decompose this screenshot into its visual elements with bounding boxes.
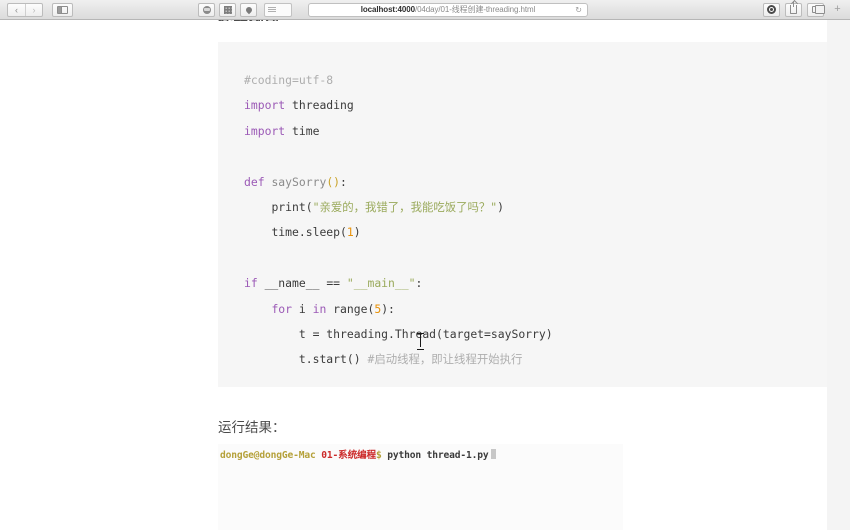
toolbar-extensions-group xyxy=(198,2,292,17)
terminal-command: python thread-1.py xyxy=(387,450,489,461)
tab-overview-button[interactable] xyxy=(807,2,825,17)
code-keyword-if: if xyxy=(244,276,258,291)
extension-button-3[interactable] xyxy=(240,2,257,17)
extension-button-1[interactable] xyxy=(198,2,215,17)
sidebar-icon xyxy=(57,5,68,14)
code-keyword-for: for xyxy=(271,301,293,316)
reload-icon[interactable]: ↻ xyxy=(575,5,582,14)
code-function-name: saySorry xyxy=(271,174,327,189)
code-string-sorry: "亲爱的，我错了，我能吃饭了吗？" xyxy=(312,200,498,215)
code-assign-thread: t = threading.Thread(target=saySorry) xyxy=(298,327,553,342)
code-call-range: range xyxy=(333,301,368,316)
code-keyword-in: in xyxy=(312,301,327,316)
back-button[interactable]: ‹ xyxy=(8,4,25,16)
code-colon-if: : xyxy=(415,276,423,291)
code-content: #coding=utf-8 import threading import ti… xyxy=(244,68,827,373)
terminal-user-host: dongGe@dongGe-Mac xyxy=(220,450,316,461)
code-paren-open-print: ( xyxy=(305,200,313,215)
code-var-name: __name__ xyxy=(264,276,320,291)
code-keyword-import-2: import xyxy=(244,123,286,138)
terminal-output-block[interactable]: dongGe@dongGe-Mac 01-系统编程$ python thread… xyxy=(218,444,623,530)
pin-icon xyxy=(244,5,253,14)
nav-buttons[interactable]: ‹ › xyxy=(7,2,43,17)
code-call-sleep: time.sleep xyxy=(271,225,341,240)
page-title: 线程创建 xyxy=(218,20,280,21)
code-op-eq: == xyxy=(326,276,341,291)
lines-icon xyxy=(268,7,276,12)
extension-button-2[interactable] xyxy=(219,2,236,17)
reader-button[interactable] xyxy=(763,2,780,17)
code-call-start: t.start() xyxy=(298,352,361,367)
code-var-i: i xyxy=(298,301,306,316)
toolbar-mini-field[interactable] xyxy=(264,2,292,17)
share-icon xyxy=(790,1,797,14)
sidebar-toggle-button[interactable] xyxy=(52,2,73,17)
browser-toolbar: ‹ › localhost:4000/04day/01-线程创建-threadi… xyxy=(0,0,850,20)
terminal-prompt-line: dongGe@dongGe-Mac 01-系统编程$ python thread… xyxy=(220,449,623,463)
code-comment-coding: #coding=utf-8 xyxy=(244,73,334,87)
code-paren-open-sleep: ( xyxy=(340,225,347,240)
code-paren-def: () xyxy=(326,174,341,189)
code-string-main: "__main__" xyxy=(346,276,416,291)
code-call-print: print xyxy=(271,200,306,215)
code-keyword-def: def xyxy=(244,174,265,189)
code-paren-close-print: ) xyxy=(497,200,505,215)
code-colon-def: : xyxy=(340,174,347,189)
code-colon-for: : xyxy=(388,301,395,316)
page-viewport: 线程创建 #coding=utf-8 import threading impo… xyxy=(0,20,850,530)
url-host: localhost:4000 xyxy=(360,5,415,14)
grid-icon xyxy=(223,5,232,14)
code-comment-start: #启动线程，即让线程开始执行 xyxy=(367,352,523,367)
result-label: 运行结果： xyxy=(218,420,286,436)
forward-button[interactable]: › xyxy=(25,3,42,16)
url-path: /04day/01-线程创建-threading.html xyxy=(414,5,536,14)
terminal-directory: 01-系统编程 xyxy=(321,450,376,461)
page-content: 线程创建 #coding=utf-8 import threading impo… xyxy=(0,20,827,530)
code-module-threading: threading xyxy=(292,98,354,113)
terminal-cursor xyxy=(490,449,496,459)
code-paren-close-sleep: ) xyxy=(353,225,361,240)
code-module-time: time xyxy=(292,123,320,138)
code-block[interactable]: #coding=utf-8 import threading import ti… xyxy=(218,42,827,387)
record-circle-icon xyxy=(767,5,776,14)
url-text: localhost:4000/04day/01-线程创建-threading.h… xyxy=(360,4,536,15)
code-keyword-import-1: import xyxy=(244,98,286,113)
code-number-1: 1 xyxy=(346,225,354,240)
share-button[interactable] xyxy=(785,1,802,17)
terminal-prompt-symbol: $ xyxy=(375,450,382,461)
tabs-icon xyxy=(811,5,825,14)
circle-dot-icon xyxy=(202,5,211,14)
new-tab-button[interactable]: + xyxy=(829,3,846,17)
address-bar[interactable]: localhost:4000/04day/01-线程创建-threading.h… xyxy=(308,2,588,17)
toolbar-right-group: + xyxy=(763,1,846,17)
page-right-gutter xyxy=(827,20,850,530)
